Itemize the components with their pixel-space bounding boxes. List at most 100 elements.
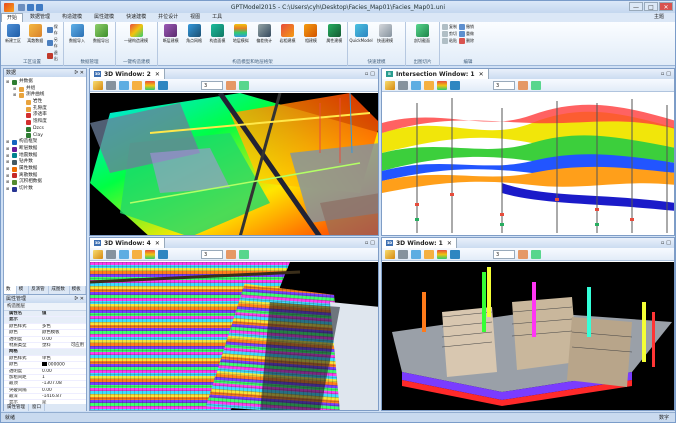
3d-view-canvas[interactable] [90, 93, 378, 235]
panel-tab[interactable]: 模板库 [70, 286, 86, 300]
menu-tools[interactable]: 工具 [207, 13, 227, 22]
property-value[interactable]: -1307.08 [42, 381, 86, 386]
cut-button[interactable]: 剪切 [442, 31, 457, 37]
window-min-icon[interactable]: ▫ [365, 240, 368, 246]
tab-close-icon[interactable]: ✕ [155, 71, 160, 78]
surface-model-button[interactable]: 构造面模 [207, 24, 228, 43]
camera-icon[interactable] [398, 80, 408, 90]
minimize-button[interactable]: — [629, 2, 643, 11]
tree-node[interactable]: 饱和度 [6, 119, 84, 126]
corner-grid-button[interactable]: 角点网格 [183, 24, 204, 43]
close-button[interactable]: ✕ [659, 2, 673, 11]
discrete-data-button[interactable]: 离散数据 [25, 24, 45, 43]
legend-icon[interactable] [145, 80, 155, 90]
menu-structure-modeling[interactable]: 构造建模 [57, 13, 87, 22]
text-a-icon[interactable] [158, 249, 168, 259]
color-table-icon[interactable] [424, 249, 434, 259]
window-min-icon[interactable]: ▫ [661, 71, 664, 77]
section-cut-button[interactable]: 剖切截面 [408, 24, 436, 43]
camera-icon[interactable] [106, 249, 116, 259]
panel-tab[interactable]: 成图数据 [49, 286, 70, 300]
intersection-view-canvas[interactable] [382, 93, 674, 235]
panel-tab[interactable]: 模型 [17, 286, 30, 300]
property-value[interactable]: 单色 [42, 356, 86, 361]
window-max-icon[interactable]: □ [370, 71, 375, 77]
property-value[interactable]: 0.00 [42, 337, 86, 342]
one-key-structure-button[interactable]: 一键构造建模 [118, 24, 154, 43]
window-tab[interactable]: ⊞ Intersection Window: 1 ✕ [382, 69, 489, 79]
delete-button[interactable]: 删除 [459, 38, 474, 44]
property-model-button[interactable]: 属性建模 [324, 24, 345, 43]
menu-view[interactable]: 视图 [185, 13, 205, 22]
text-a-icon[interactable] [158, 80, 168, 90]
property-pin-icon[interactable]: ᐅ ✕ [74, 295, 84, 303]
window-min-icon[interactable]: ▫ [365, 71, 368, 77]
property-value[interactable] [42, 349, 86, 354]
camera-icon[interactable] [106, 80, 116, 90]
lithofacies-button[interactable]: 岩相建模 [277, 24, 298, 43]
frame-icon[interactable] [411, 249, 421, 259]
frame-icon[interactable] [411, 80, 421, 90]
copy-button[interactable]: 复制 [442, 24, 457, 30]
theme-menu[interactable]: 主题 [649, 13, 669, 22]
3d-view-canvas[interactable] [382, 262, 674, 410]
deviation-button[interactable]: 偏差统计 [254, 24, 275, 43]
pen-icon[interactable] [531, 249, 541, 259]
intersection-window-1[interactable]: ⊞ Intersection Window: 1 ✕ ▫ □ 3 [381, 68, 675, 236]
frame-icon[interactable] [119, 249, 129, 259]
export-data-button[interactable]: 数据导出 [90, 24, 112, 43]
camera-icon[interactable] [398, 249, 408, 259]
image-icon[interactable] [93, 80, 103, 90]
strata-button[interactable]: 地层模拟 [230, 24, 251, 43]
property-value[interactable]: 1 [42, 375, 86, 380]
3d-window-2[interactable]: 3D 3D Window: 2 ✕ ▫ □ 3 [89, 68, 379, 236]
pen-icon[interactable] [531, 80, 541, 90]
pen-icon[interactable] [239, 249, 249, 259]
fault-model-button[interactable]: 断层建模 [160, 24, 181, 43]
window-tab[interactable]: 3D 3D Window: 1 ✕ [382, 238, 457, 248]
tree-node[interactable]: ⊞ 钻井数 [6, 159, 84, 166]
tab-close-icon[interactable]: ✕ [479, 71, 484, 78]
menu-data-management[interactable]: 数据管理 [25, 13, 55, 22]
z-scale-field[interactable]: 3 [201, 249, 223, 259]
redo-button[interactable]: 重做 [459, 31, 474, 37]
z-scale-field[interactable]: 3 [493, 80, 515, 90]
window-max-icon[interactable]: □ [666, 71, 671, 77]
panel-tab[interactable]: 数据 [4, 286, 17, 300]
import-data-button[interactable]: 数据导入 [66, 24, 88, 43]
paste-button[interactable]: 粘贴 [442, 38, 457, 44]
z-scale-field[interactable]: 3 [201, 80, 223, 90]
property-value[interactable]: 多色 [42, 324, 86, 329]
property-value[interactable]: 颜色模板 [42, 330, 86, 335]
frame-icon[interactable] [119, 80, 129, 90]
window-min-icon[interactable]: ▫ [661, 240, 664, 246]
panel-pin-close-icon[interactable]: ᐅ ✕ [74, 69, 84, 77]
text-a-icon[interactable] [450, 249, 460, 259]
image-icon[interactable] [93, 249, 103, 259]
property-value[interactable]: 000000 [42, 362, 86, 368]
legend-icon[interactable] [437, 80, 447, 90]
fast-model-button[interactable]: 快速建模 [374, 24, 396, 43]
menu-quick-modeling[interactable]: 快速建模 [121, 13, 151, 22]
3d-view-canvas[interactable] [90, 262, 378, 410]
property-bottom-tab[interactable]: 窗口 [29, 404, 45, 411]
property-row[interactable]: 材质类型 塑料 可应用 [4, 343, 86, 350]
tree-node[interactable]: ⊞ 测井曲线 [6, 92, 84, 99]
save-project-button[interactable]: 保存 [47, 24, 61, 36]
tree-node[interactable]: ⊞ 构造框架 [6, 139, 84, 146]
tab-close-icon[interactable]: ✕ [447, 240, 452, 247]
save-as-button[interactable]: 另存 [47, 37, 61, 49]
tree-node[interactable]: ⊞ 离散数据 [6, 173, 84, 180]
apply-label[interactable]: 可应用 [71, 343, 84, 349]
menu-home[interactable]: 开始 [1, 13, 24, 22]
property-value[interactable]: 0.00 [42, 369, 86, 374]
image-icon[interactable] [385, 249, 395, 259]
tree-node[interactable]: Dzcs [6, 126, 84, 133]
legend-icon[interactable] [145, 249, 155, 259]
property-value[interactable]: 0.00 [42, 388, 86, 393]
window-tab[interactable]: 3D 3D Window: 2 ✕ [90, 69, 165, 79]
structure-layer-button[interactable]: 构造图层 [4, 303, 86, 311]
ruler-icon[interactable] [226, 80, 236, 90]
legend-icon[interactable] [437, 249, 447, 259]
property-value[interactable]: -1416.87 [42, 394, 86, 399]
